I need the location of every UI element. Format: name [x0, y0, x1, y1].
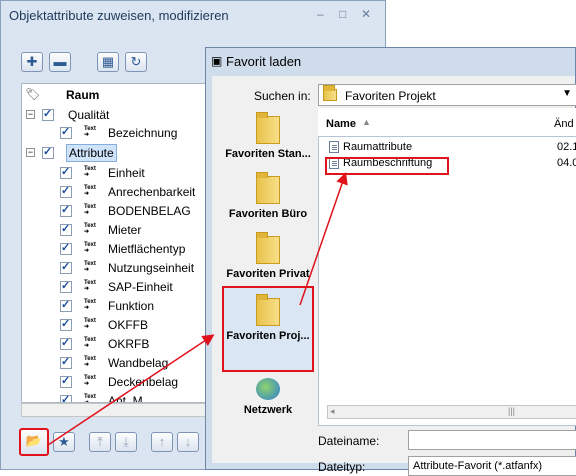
annotation-arrows: [47, 172, 348, 446]
arrow-to-file: [299, 172, 348, 306]
arrow-to-project-folder: [47, 334, 215, 446]
